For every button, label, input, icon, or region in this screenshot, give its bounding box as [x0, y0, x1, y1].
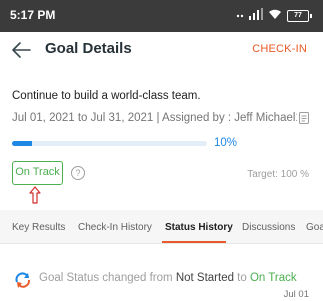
tab-check-in-history[interactable]: Check-In History — [78, 222, 152, 233]
history-date: Jul 01 — [283, 289, 309, 300]
history-prefix: Goal Status changed from — [39, 272, 176, 284]
list-item: Goal Status changed from Not Started to … — [0, 254, 323, 301]
up-arrow-annotation-icon — [28, 186, 42, 204]
signal-icon — [249, 7, 263, 25]
history-text: Goal Status changed from Not Started to … — [39, 272, 297, 284]
progress-percent: 10% — [214, 137, 238, 149]
history-from-status: Not Started — [175, 272, 234, 284]
help-icon[interactable]: ? — [71, 166, 85, 180]
tab-key-results[interactable]: Key Results — [12, 222, 65, 233]
tab-status-history[interactable]: Status History — [165, 222, 233, 233]
wifi-icon — [268, 7, 282, 25]
target-value: Target: 100 % — [247, 169, 309, 180]
goal-title: Continue to build a world-class team. — [12, 90, 201, 102]
history-to-status: On Track — [249, 272, 297, 284]
tab-goals[interactable]: Goa — [306, 222, 323, 233]
status-change-icon — [14, 271, 32, 289]
app-bar: Goal Details CHECK-IN — [0, 32, 323, 68]
status-time: 5:17 PM — [10, 8, 56, 22]
progress-bar-fill — [12, 141, 32, 146]
notification-dots-icon — [236, 7, 244, 25]
page-title: Goal Details — [45, 40, 132, 57]
goal-status-badge[interactable]: On Track — [12, 161, 63, 185]
history-mid: to — [233, 272, 250, 284]
detail-tabs: Key Results Check-In History Status Hist… — [0, 210, 323, 244]
back-arrow-icon[interactable] — [10, 40, 34, 60]
goal-meta: Jul 01, 2021 to Jul 31, 2021 | Assigned … — [12, 112, 297, 124]
battery-icon: 77 — [287, 10, 312, 22]
progress-bar — [12, 141, 207, 146]
document-icon[interactable] — [299, 111, 309, 124]
check-in-button[interactable]: CHECK-IN — [252, 43, 307, 55]
status-icons: 77 — [236, 7, 312, 25]
active-tab-indicator — [162, 241, 226, 243]
system-status-bar: 5:17 PM 77 — [0, 0, 323, 32]
tab-discussions[interactable]: Discussions — [242, 222, 295, 233]
